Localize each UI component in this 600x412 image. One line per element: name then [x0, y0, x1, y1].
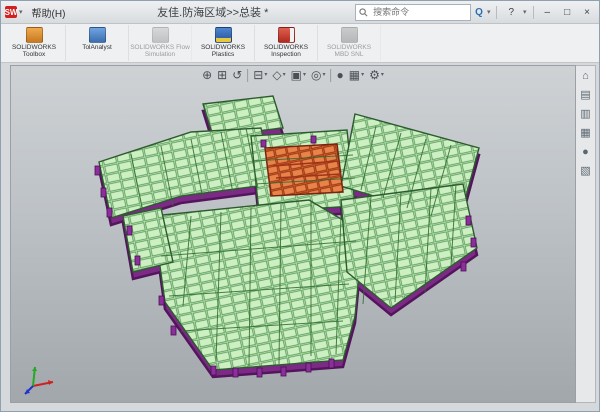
menu-help[interactable]: 帮助(H)	[27, 3, 71, 22]
search-input[interactable]	[371, 6, 455, 18]
addin-label: SOLIDWORKS Inspection	[256, 44, 316, 58]
help-button[interactable]: ?	[503, 6, 519, 19]
edit-appearance-icon[interactable]: ●	[336, 68, 343, 82]
app-logo[interactable]: SW ▾	[5, 6, 23, 18]
close-button[interactable]: ×	[579, 6, 595, 19]
file-explorer-icon[interactable]: ▥	[580, 108, 590, 120]
divider	[247, 69, 248, 82]
flow-simulation-icon	[152, 27, 169, 43]
addin-label: SOLIDWORKS Plastics	[193, 44, 253, 58]
apply-scene-icon[interactable]: ▦▾	[349, 68, 364, 82]
addin-label: TolAnalyst	[82, 44, 112, 51]
addins-ribbon: SOLIDWORKS Toolbox TolAnalyst SOLIDWORKS…	[1, 24, 599, 63]
section-view-icon[interactable]: ⊟▾	[253, 68, 267, 82]
solidworks-window: SW ▾ 帮助(H) 友佳.防海区域>>总装 * Q ▾ ? ▾ – □ × S…	[0, 0, 600, 412]
previous-view-icon[interactable]: ↺	[232, 68, 242, 82]
toolbox-icon	[26, 27, 43, 43]
divider	[330, 69, 331, 82]
display-style-icon[interactable]: ▣▾	[291, 68, 306, 82]
inspection-icon	[278, 27, 295, 43]
appearances-scenes-icon[interactable]: ●	[582, 146, 589, 158]
search-scope[interactable]: Q	[475, 7, 483, 18]
hide-show-items-icon[interactable]: ◎▾	[311, 68, 326, 82]
custom-properties-icon[interactable]: ▧	[580, 165, 590, 177]
solidworks-resources-icon[interactable]: ⌂	[582, 70, 589, 82]
addin-mbd-snl[interactable]: SOLIDWORKS MBD SNL	[318, 25, 381, 61]
minimize-button[interactable]: –	[540, 6, 556, 19]
core-red-region	[265, 144, 343, 196]
main-frame: ⊕ ⊞ ↺ ⊟▾ ◇▾ ▣▾ ◎▾ ● ▦▾ ⚙▾	[1, 63, 599, 411]
document-title: 友佳.防海区域>>总装 *	[74, 4, 351, 20]
view-palette-icon[interactable]: ▦	[580, 127, 590, 139]
chevron-down-icon: ▾	[322, 68, 325, 82]
addin-label: SOLIDWORKS Flow Simulation	[130, 44, 190, 58]
task-pane: ⌂ ▤ ▥ ▦ ● ▧	[576, 65, 596, 403]
search-icon	[359, 8, 368, 17]
search-chevron-down-icon[interactable]: ▾	[487, 8, 491, 16]
solidworks-logo-icon: SW	[5, 6, 17, 18]
addin-inspection[interactable]: SOLIDWORKS Inspection	[255, 25, 318, 61]
command-search[interactable]	[355, 4, 471, 21]
addin-label: SOLIDWORKS MBD SNL	[319, 44, 379, 58]
chevron-down-icon: ▾	[361, 68, 364, 82]
addin-tolanalyst[interactable]: TolAnalyst	[66, 25, 129, 61]
tolanalyst-icon	[89, 27, 106, 43]
view-orientation-icon[interactable]: ◇▾	[272, 68, 285, 82]
design-library-icon[interactable]: ▤	[580, 89, 590, 101]
plastics-icon	[215, 27, 232, 43]
titlebar: SW ▾ 帮助(H) 友佳.防海区域>>总装 * Q ▾ ? ▾ – □ ×	[1, 1, 599, 24]
zoom-fit-icon[interactable]: ⊕	[202, 68, 212, 82]
help-chevron-down-icon[interactable]: ▾	[523, 8, 527, 16]
formwork-assembly-model[interactable]	[11, 66, 576, 403]
chevron-down-icon: ▾	[264, 68, 267, 82]
chevron-down-icon: ▾	[381, 68, 384, 82]
addin-solidworks-toolbox[interactable]: SOLIDWORKS Toolbox	[3, 25, 66, 61]
reference-triad	[21, 362, 61, 398]
addin-label: SOLIDWORKS Toolbox	[4, 44, 64, 58]
logo-chevron-down-icon: ▾	[19, 8, 23, 16]
graphics-area[interactable]: ⊕ ⊞ ↺ ⊟▾ ◇▾ ▣▾ ◎▾ ● ▦▾ ⚙▾	[10, 65, 576, 403]
headsup-toolbar: ⊕ ⊞ ↺ ⊟▾ ◇▾ ▣▾ ◎▾ ● ▦▾ ⚙▾	[202, 68, 384, 82]
view-settings-icon[interactable]: ⚙▾	[369, 68, 384, 82]
divider	[496, 6, 497, 19]
chevron-down-icon: ▾	[303, 68, 306, 82]
addin-plastics[interactable]: SOLIDWORKS Plastics	[192, 25, 255, 61]
zoom-area-icon[interactable]: ⊞	[217, 68, 227, 82]
addin-flow-simulation[interactable]: SOLIDWORKS Flow Simulation	[129, 25, 192, 61]
mbd-icon	[341, 27, 358, 43]
maximize-button[interactable]: □	[559, 6, 575, 19]
divider	[533, 6, 534, 19]
chevron-down-icon: ▾	[283, 68, 286, 82]
